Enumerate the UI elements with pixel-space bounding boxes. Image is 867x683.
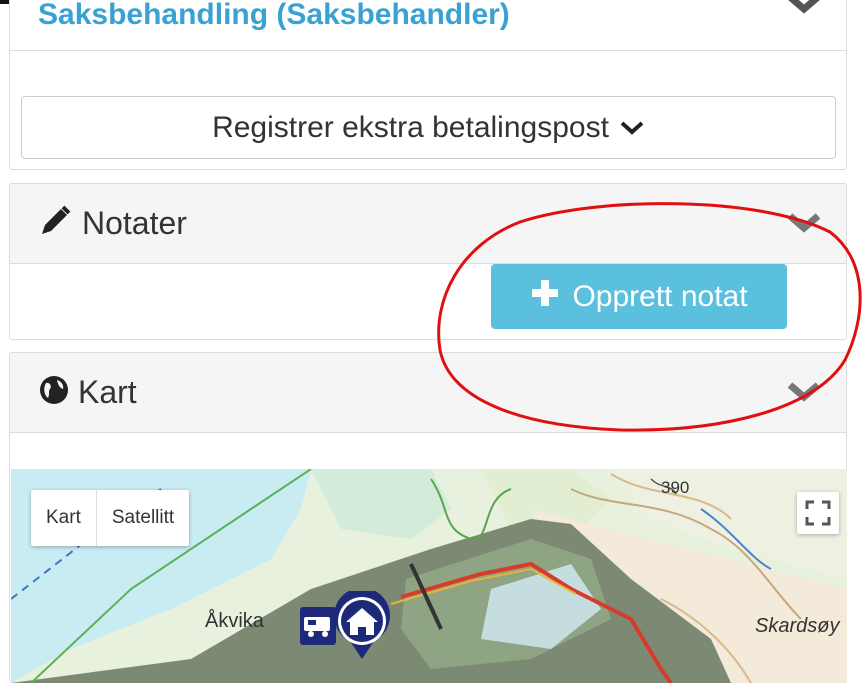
map-panel: Kart Kart Satellitt 390 Åkvika Skardsøy <box>9 352 847 683</box>
notes-panel-title: Notater <box>82 205 187 241</box>
chevron-down-icon <box>619 111 645 145</box>
elevation-label: 390 <box>661 478 690 497</box>
create-note-label: Opprett notat <box>572 279 748 313</box>
map-type-satellite[interactable]: Satellitt <box>97 490 189 546</box>
notes-panel-header[interactable]: Notater <box>10 184 846 264</box>
map-type-kart[interactable]: Kart <box>31 490 96 546</box>
map-panel-header[interactable]: Kart <box>10 353 846 433</box>
map-type-toggle[interactable]: Kart Satellitt <box>31 490 190 546</box>
map-panel-title: Kart <box>78 374 137 410</box>
map-view[interactable]: Kart Satellitt 390 Åkvika Skardsøy <box>11 469 847 683</box>
camper-icon[interactable] <box>300 607 336 645</box>
case-panel-header[interactable]: Saksbehandling (Saksbehandler) <box>10 0 846 51</box>
fullscreen-icon <box>805 500 831 526</box>
fullscreen-button[interactable] <box>797 492 839 534</box>
chevron-down-icon[interactable] <box>786 0 822 17</box>
extra-payment-label: Registrer ekstra betalingspost <box>212 110 609 144</box>
pencil-icon <box>38 204 72 243</box>
case-panel: Saksbehandling (Saksbehandler) Registrer… <box>9 0 847 170</box>
globe-icon <box>38 374 70 411</box>
place-label-akvika: Åkvika <box>205 610 264 632</box>
case-panel-title: Saksbehandling (Saksbehandler) <box>38 0 510 31</box>
place-label-skardsoy: Skardsøy <box>755 615 840 637</box>
chevron-down-icon[interactable] <box>786 212 822 236</box>
create-note-button[interactable]: Opprett notat <box>491 264 787 329</box>
notes-panel: Notater Opprett notat <box>9 183 847 340</box>
home-marker-icon[interactable] <box>332 587 392 666</box>
plus-icon <box>530 278 560 316</box>
extra-payment-dropdown[interactable]: Registrer ekstra betalingspost <box>21 96 836 159</box>
chevron-down-icon[interactable] <box>786 381 822 405</box>
